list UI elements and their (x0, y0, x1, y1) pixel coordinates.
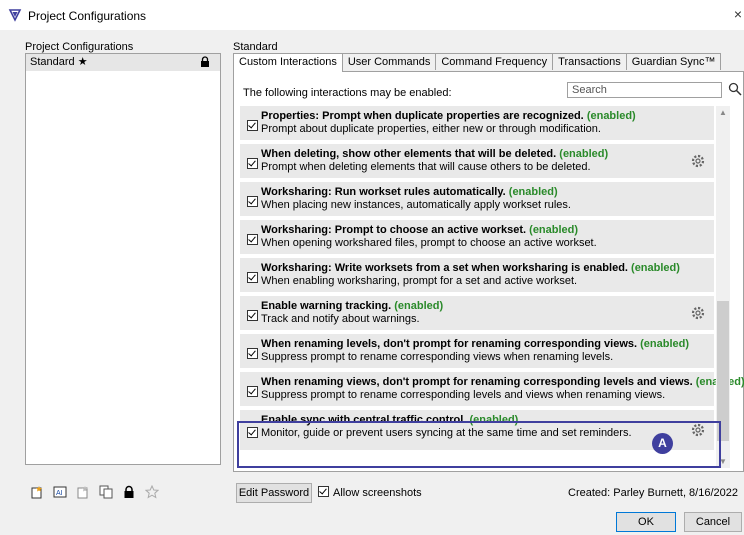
interaction-title-text: Worksharing: Write worksets from a set w… (261, 262, 628, 274)
close-icon[interactable]: × (734, 6, 742, 22)
created-info: Created: Parley Burnett, 8/16/2022 (568, 487, 738, 499)
title-bar: Project Configurations × (0, 0, 744, 30)
interaction-description: Suppress prompt to rename corresponding … (261, 389, 666, 401)
interaction-row[interactable]: Properties: Prompt when duplicate proper… (240, 106, 714, 140)
interaction-title: Worksharing: Prompt to choose an active … (261, 224, 578, 236)
enabled-status: (enabled) (529, 224, 579, 236)
enabled-status: (enabled) (640, 338, 690, 350)
interaction-row[interactable]: Worksharing: Run workset rules automatic… (240, 182, 714, 216)
svg-text:AI: AI (56, 490, 63, 497)
search-input[interactable]: Search (567, 82, 722, 98)
interaction-checkbox[interactable] (247, 272, 258, 283)
tab-user-commands[interactable]: User Commands (341, 53, 437, 70)
config-item-label: Standard ★ (30, 56, 88, 68)
scrollbar[interactable]: ▲ ▼ (716, 106, 730, 468)
enabled-status: (enabled) (559, 148, 609, 160)
interaction-description: Prompt when deleting elements that will … (261, 161, 591, 173)
interaction-title-text: Enable sync with central traffic control… (261, 414, 467, 426)
allow-screenshots-checkbox[interactable]: Allow screenshots (318, 486, 422, 499)
interaction-description: Track and notify about warnings. (261, 313, 420, 325)
configurations-list[interactable]: Standard ★ (25, 53, 221, 465)
interaction-title: Enable warning tracking. (enabled) (261, 300, 443, 312)
interaction-checkbox[interactable] (247, 386, 258, 397)
lock-icon (201, 56, 209, 67)
enabled-status: (enabled) (586, 110, 636, 122)
tab-custom-interactions[interactable]: Custom Interactions (233, 53, 343, 72)
tab-guardian-sync[interactable]: Guardian Sync™ (625, 53, 722, 70)
interaction-title-text: Properties: Prompt when duplicate proper… (261, 110, 584, 122)
scroll-up-icon[interactable]: ▲ (719, 108, 727, 117)
intro-text: The following interactions may be enable… (243, 87, 452, 99)
config-details: Custom Interactions User Commands Comman… (233, 53, 744, 472)
interaction-description: Prompt about duplicate properties, eithe… (261, 123, 601, 135)
interaction-title: Worksharing: Write worksets from a set w… (261, 262, 680, 274)
interaction-title: When renaming views, don't prompt for re… (261, 376, 744, 388)
interaction-row[interactable]: When renaming levels, don't prompt for r… (240, 334, 714, 368)
interaction-row[interactable]: When renaming views, don't prompt for re… (240, 372, 744, 406)
tab-command-frequency[interactable]: Command Frequency (435, 53, 554, 70)
tab-strip: Custom Interactions User Commands Comman… (233, 53, 722, 72)
edit-password-button[interactable]: Edit Password (236, 483, 312, 503)
interaction-description: When opening workshared files, prompt to… (261, 237, 597, 249)
left-group-label: Project Configurations (25, 41, 134, 53)
callout-badge: A (652, 433, 673, 454)
interaction-title: When deleting, show other elements that … (261, 148, 608, 160)
scroll-down-icon[interactable]: ▼ (719, 457, 727, 466)
interaction-title: Enable sync with central traffic control… (261, 414, 518, 426)
interaction-checkbox[interactable] (247, 310, 258, 321)
tab-content: The following interactions may be enable… (233, 71, 744, 472)
interaction-title: When renaming levels, don't prompt for r… (261, 338, 689, 350)
interaction-checkbox[interactable] (247, 348, 258, 359)
enabled-status: (enabled) (469, 414, 519, 426)
interaction-description: Monitor, guide or prevent users syncing … (261, 427, 632, 439)
interaction-title-text: Enable warning tracking. (261, 300, 392, 312)
interaction-description: When enabling worksharing, prompt for a … (261, 275, 578, 287)
copy-config-icon[interactable] (99, 485, 113, 499)
window-title: Project Configurations (28, 9, 147, 23)
config-toolbar: AI (30, 483, 159, 501)
enabled-status: (enabled) (508, 186, 558, 198)
scrollbar-thumb[interactable] (717, 301, 729, 441)
lock-icon[interactable] (122, 485, 136, 499)
interaction-row[interactable]: When deleting, show other elements that … (240, 144, 714, 178)
gear-icon[interactable] (690, 422, 706, 438)
config-item-standard[interactable]: Standard ★ (26, 54, 220, 71)
interaction-checkbox[interactable] (247, 196, 258, 207)
interaction-title-text: When renaming views, don't prompt for re… (261, 376, 693, 388)
interaction-row[interactable]: Worksharing: Prompt to choose an active … (240, 220, 714, 254)
interaction-checkbox[interactable] (247, 234, 258, 245)
rename-config-icon[interactable]: AI (53, 485, 67, 499)
interaction-title-text: Worksharing: Prompt to choose an active … (261, 224, 527, 236)
interaction-checkbox[interactable] (247, 120, 258, 131)
search-icon[interactable] (728, 82, 742, 96)
allow-screenshots-label: Allow screenshots (333, 487, 422, 499)
interaction-row[interactable]: Worksharing: Write worksets from a set w… (240, 258, 714, 292)
interaction-title-text: When renaming levels, don't prompt for r… (261, 338, 638, 350)
interaction-checkbox[interactable] (247, 158, 258, 169)
interaction-title-text: When deleting, show other elements that … (261, 148, 557, 160)
enabled-status: (enabled) (394, 300, 444, 312)
app-logo-icon (8, 9, 22, 22)
gear-icon[interactable] (690, 153, 706, 169)
interaction-description: Suppress prompt to rename corresponding … (261, 351, 614, 363)
duplicate-config-icon[interactable] (76, 485, 90, 499)
interaction-checkbox[interactable] (247, 427, 258, 438)
cancel-button[interactable]: Cancel (684, 512, 742, 532)
gear-icon[interactable] (690, 305, 706, 321)
interaction-title-text: Worksharing: Run workset rules automatic… (261, 186, 506, 198)
enabled-status: (enabled) (631, 262, 680, 274)
ok-button[interactable]: OK (616, 512, 676, 532)
checkbox-icon[interactable] (318, 486, 329, 497)
interaction-description: When placing new instances, automaticall… (261, 199, 571, 211)
interaction-title: Worksharing: Run workset rules automatic… (261, 186, 558, 198)
set-default-star-icon[interactable] (145, 485, 159, 499)
interaction-row[interactable]: Enable warning tracking. (enabled) Track … (240, 296, 714, 330)
interaction-title: Properties: Prompt when duplicate proper… (261, 110, 636, 122)
new-config-icon[interactable] (30, 485, 44, 499)
interaction-row[interactable]: Enable sync with central traffic control… (240, 410, 714, 450)
tab-transactions[interactable]: Transactions (552, 53, 627, 70)
right-group-label: Standard (233, 41, 278, 53)
